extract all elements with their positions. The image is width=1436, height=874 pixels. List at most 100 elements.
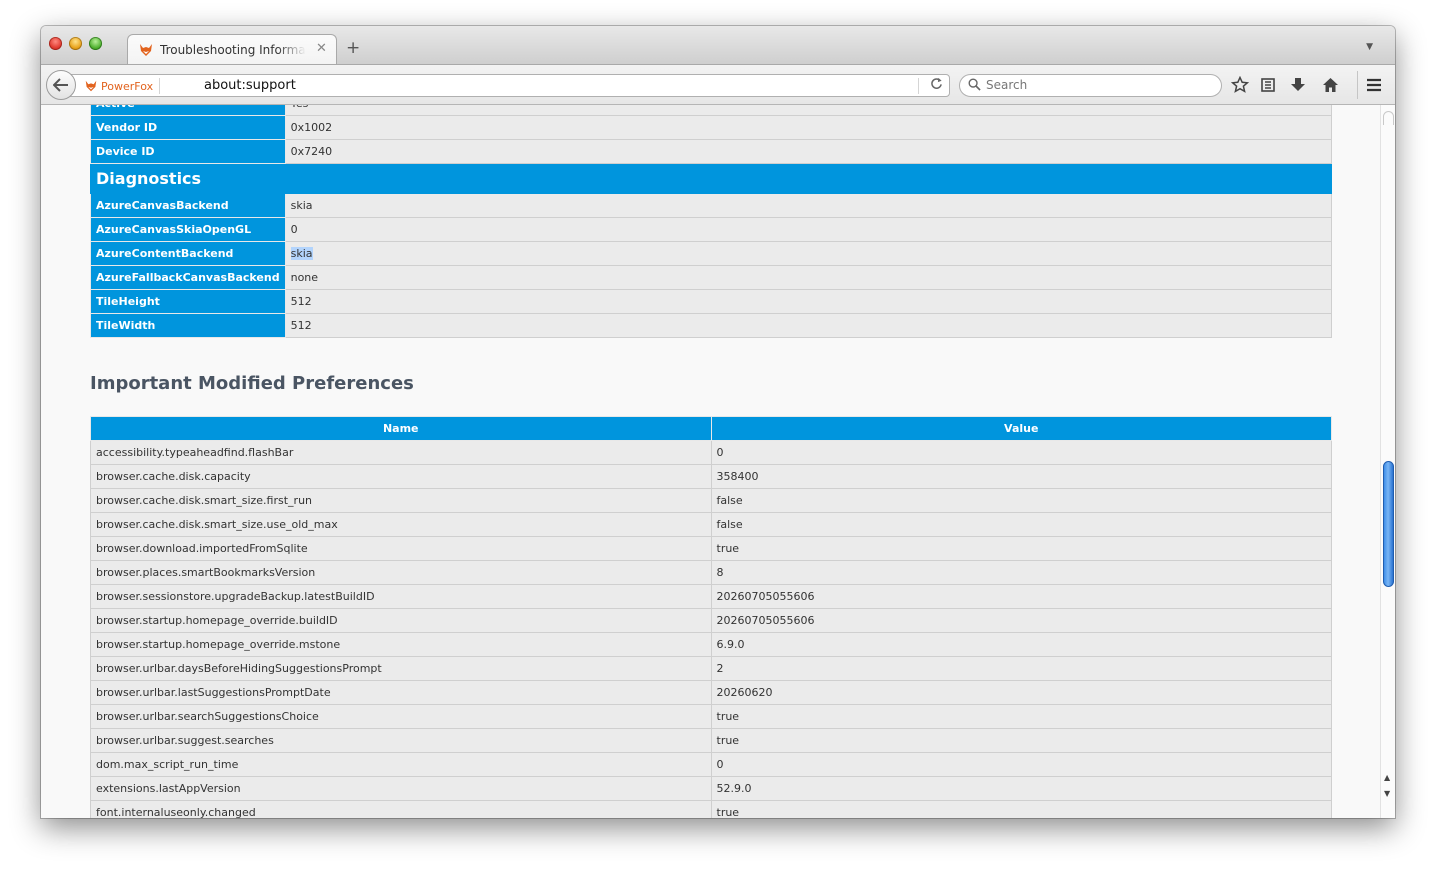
search-bar[interactable]: Search [959, 74, 1222, 97]
pref-name: browser.urlbar.searchSuggestionsChoice [90, 704, 712, 729]
search-input[interactable]: Search [986, 78, 1027, 92]
table-row: extensions.lastAppVersion 52.9.0 [90, 776, 1332, 801]
tab-list-chevron-icon[interactable]: ▼ [1366, 42, 1373, 52]
table-row: browser.download.importedFromSqlite true [90, 536, 1332, 561]
pref-value: 0 [710, 440, 1332, 465]
table-row: browser.places.smartBookmarksVersion 8 [90, 560, 1332, 585]
page-content: ActiveYesVendor ID0x1002Device ID0x7240 … [41, 105, 1380, 818]
pref-value: true [710, 536, 1332, 561]
table-row: AzureCanvasBackend skia [90, 193, 1333, 218]
row-key: Vendor ID [90, 115, 286, 140]
fox-logo-icon [85, 80, 97, 92]
pref-name: browser.startup.homepage_override.buildI… [90, 608, 712, 633]
row-key: Active [90, 105, 286, 116]
table-row: TileWidth 512 [90, 313, 1333, 338]
table-row: ActiveYes [90, 105, 1333, 116]
open-menu-button[interactable] [1363, 74, 1385, 96]
home-icon [1322, 78, 1338, 92]
tab-troubleshooting[interactable]: Troubleshooting Information ✕ [127, 34, 337, 65]
divider [1357, 71, 1358, 99]
close-window-button[interactable] [49, 37, 62, 50]
pref-value: true [710, 800, 1332, 818]
library-button[interactable] [1257, 74, 1279, 96]
pref-name: browser.cache.disk.smart_size.first_run [90, 488, 712, 513]
hamburger-menu-icon [1367, 78, 1381, 92]
row-value: 0x1002 [284, 115, 1333, 140]
pref-name: browser.cache.disk.smart_size.use_old_ma… [90, 512, 712, 537]
table-row: browser.cache.disk.smart_size.use_old_ma… [90, 512, 1332, 537]
pref-value: 52.9.0 [710, 776, 1332, 801]
vertical-scrollbar[interactable]: ▲ ▼ [1380, 105, 1395, 818]
row-key: AzureFallbackCanvasBackend [90, 265, 286, 290]
graphics-table: ActiveYesVendor ID0x1002Device ID0x7240 … [90, 105, 1333, 338]
pref-name: browser.sessionstore.upgradeBackup.lates… [90, 584, 712, 609]
site-identity[interactable]: PowerFox [84, 78, 161, 94]
nav-bar: PowerFox about:support Search [41, 64, 1395, 105]
pref-name: font.internaluseonly.changed [90, 800, 712, 818]
row-key: Device ID [90, 139, 286, 164]
pref-value: 8 [710, 560, 1332, 585]
prefs-heading: Important Modified Preferences [90, 373, 414, 394]
browser-window: Troubleshooting Information ✕ + ▼ PowerF… [41, 26, 1395, 818]
back-arrow-icon [53, 78, 68, 92]
row-key: AzureContentBackend [90, 241, 286, 266]
pref-name: browser.download.importedFromSqlite [90, 536, 712, 561]
table-row: AzureCanvasSkiaOpenGL 0 [90, 217, 1333, 242]
column-header-name: Name [90, 416, 712, 441]
tab-close-icon[interactable]: ✕ [316, 41, 327, 56]
pref-name: extensions.lastAppVersion [90, 776, 712, 801]
scroll-down-arrow-icon[interactable]: ▼ [1384, 789, 1390, 798]
scrollbar-track-cap [1383, 111, 1394, 125]
table-row: browser.urlbar.lastSuggestionsPromptDate… [90, 680, 1332, 705]
library-icon [1261, 78, 1275, 92]
table-row: AzureFallbackCanvasBackend none [90, 265, 1333, 290]
table-row: font.internaluseonly.changed true [90, 800, 1332, 818]
table-row: TileHeight 512 [90, 289, 1333, 314]
table-row: browser.urlbar.suggest.searches true [90, 728, 1332, 753]
pref-name: browser.urlbar.daysBeforeHidingSuggestio… [90, 656, 712, 681]
diagnostics-title: Diagnostics [90, 163, 1332, 194]
tab-bar: Troubleshooting Information ✕ + ▼ [41, 26, 1395, 65]
pref-name: browser.cache.disk.capacity [90, 464, 712, 489]
diagnostics-section-row: Diagnostics [90, 163, 1332, 194]
pref-value: 20260705055606 [710, 584, 1332, 609]
table-row: accessibility.typeaheadfind.flashBar 0 [90, 440, 1332, 465]
scroll-up-arrow-icon[interactable]: ▲ [1384, 773, 1390, 782]
pref-value: 0 [710, 752, 1332, 777]
pref-name: accessibility.typeaheadfind.flashBar [90, 440, 712, 465]
minimize-window-button[interactable] [69, 37, 82, 50]
back-button[interactable] [46, 70, 76, 100]
star-icon [1231, 76, 1249, 93]
new-tab-button[interactable]: + [346, 40, 360, 57]
table-row: browser.startup.homepage_override.buildI… [90, 608, 1332, 633]
scrollbar-thumb[interactable] [1383, 461, 1394, 587]
column-header-value: Value [710, 416, 1332, 441]
home-button[interactable] [1319, 74, 1341, 96]
table-row: browser.startup.homepage_override.mstone… [90, 632, 1332, 657]
url-bar[interactable]: PowerFox about:support [67, 74, 950, 97]
row-key: AzureCanvasSkiaOpenGL [90, 217, 286, 242]
reload-icon[interactable] [930, 77, 943, 94]
pref-value: false [710, 488, 1332, 513]
downloads-button[interactable] [1287, 74, 1309, 96]
row-value: 0x7240 [284, 139, 1333, 164]
table-row: browser.urlbar.daysBeforeHidingSuggestio… [90, 656, 1332, 681]
table-row: browser.cache.disk.capacity 358400 [90, 464, 1332, 489]
pref-name: browser.urlbar.suggest.searches [90, 728, 712, 753]
bookmark-star-button[interactable] [1229, 74, 1251, 96]
pref-value: 2 [710, 656, 1332, 681]
search-icon [968, 78, 981, 91]
pref-value: 358400 [710, 464, 1332, 489]
pref-value: 6.9.0 [710, 632, 1332, 657]
table-row: Device ID 0x7240 [90, 139, 1333, 164]
pref-name: browser.places.smartBookmarksVersion [90, 560, 712, 585]
zoom-window-button[interactable] [89, 37, 102, 50]
row-key: TileWidth [90, 313, 286, 338]
table-row: dom.max_script_run_time 0 [90, 752, 1332, 777]
prefs-table: Name Value accessibility.typeaheadfind.f… [90, 416, 1332, 818]
table-row: browser.cache.disk.smart_size.first_run f… [90, 488, 1332, 513]
pref-value: true [710, 728, 1332, 753]
row-value: skia [284, 193, 1333, 218]
row-value: none [284, 265, 1333, 290]
url-input[interactable]: about:support [204, 78, 296, 93]
